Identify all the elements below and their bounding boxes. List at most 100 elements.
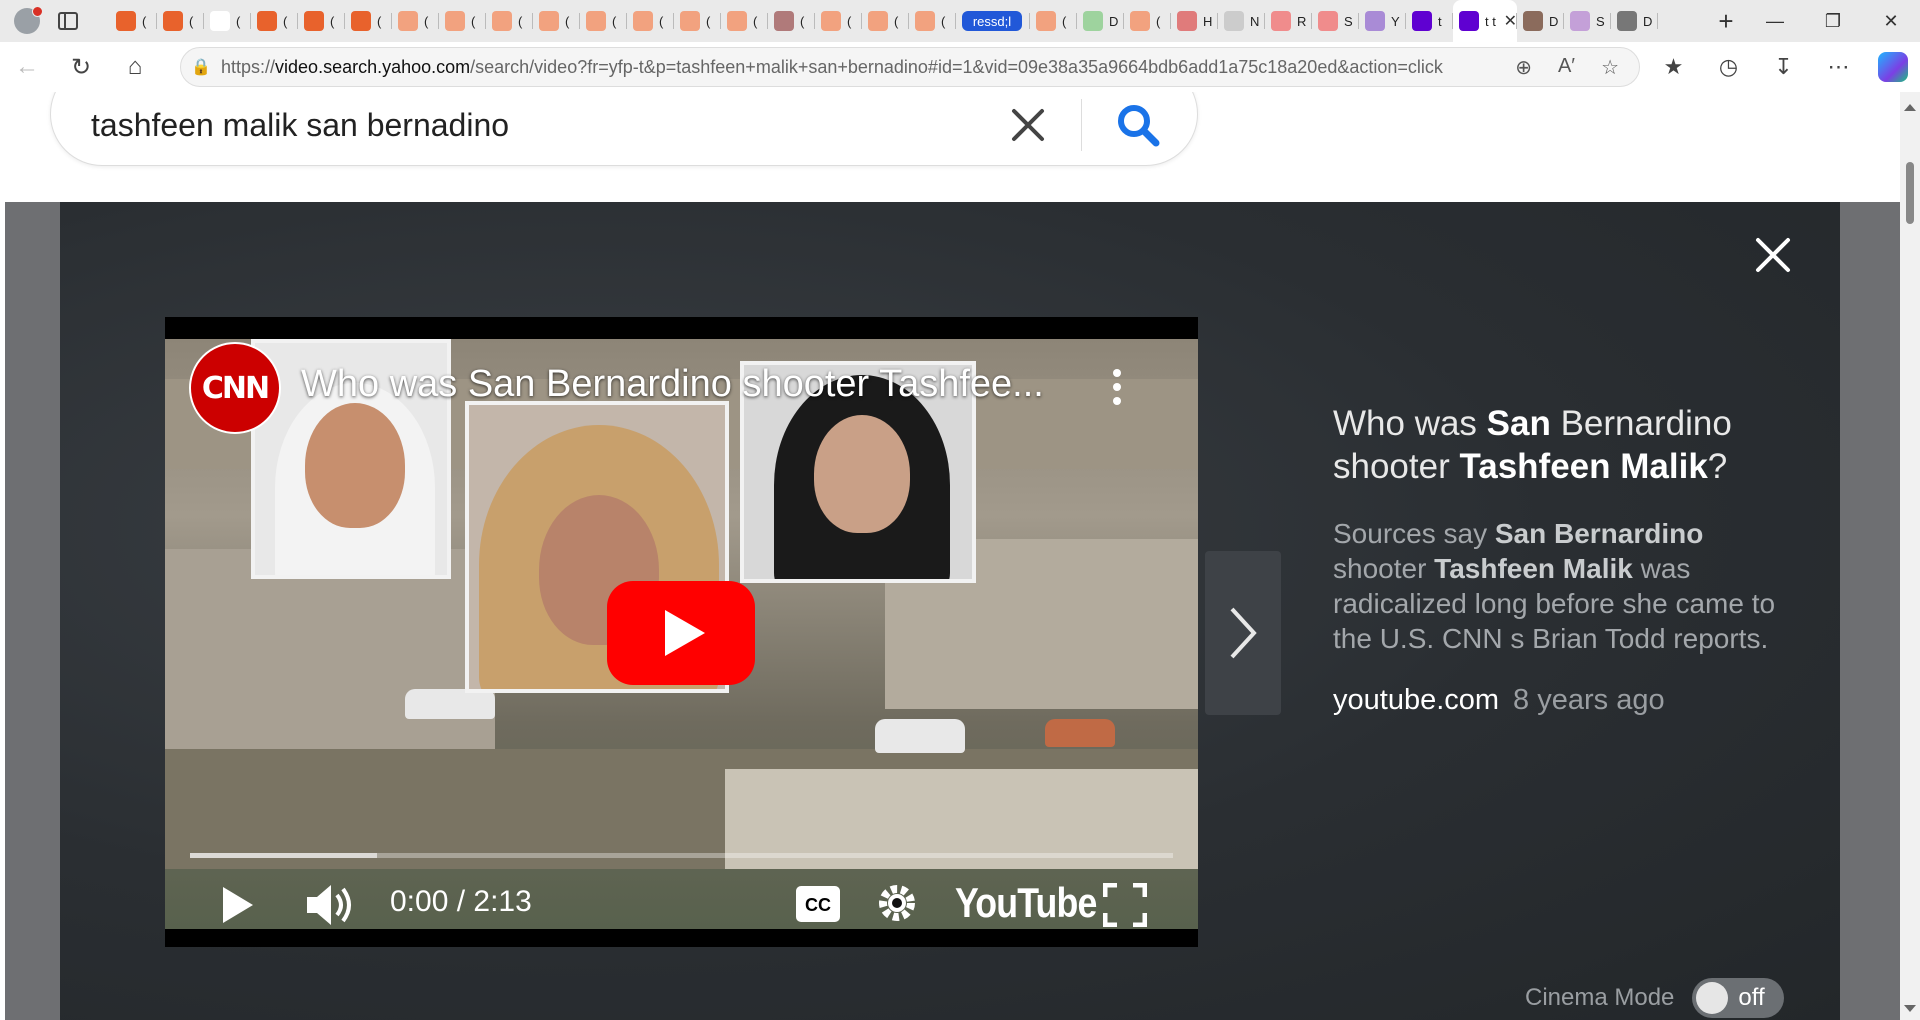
restore-button[interactable]: ❐ [1804, 0, 1862, 42]
browser-tab[interactable]: ( [1124, 0, 1171, 42]
search-icon[interactable] [1114, 101, 1162, 149]
search-input[interactable] [91, 93, 991, 157]
profile-icon[interactable] [14, 6, 43, 34]
next-video-button[interactable] [1205, 551, 1281, 715]
browser-tab[interactable]: ( [627, 0, 674, 42]
site-info-icon[interactable]: 🔒 [181, 57, 221, 77]
more-menu-icon[interactable]: ⋯ [1811, 42, 1866, 92]
play-icon[interactable] [221, 885, 255, 925]
browser-tab[interactable]: H [1171, 0, 1218, 42]
browser-tab[interactable]: N [1218, 0, 1265, 42]
browser-tab[interactable]: ( [1030, 0, 1077, 42]
toolbar-right: ★ ◷ ↧ ⋯ [1646, 42, 1920, 92]
video-player[interactable]: CNN Who was San Bernardino shooter Tashf… [165, 317, 1198, 947]
search-bar [50, 92, 1198, 166]
page-scrollbar[interactable] [1900, 92, 1920, 1020]
youtube-logo[interactable]: YouTube [955, 879, 1097, 927]
address-bar[interactable]: 🔒 https://video.search.yahoo.com/search/… [180, 47, 1640, 87]
captions-icon[interactable]: CC [795, 885, 841, 923]
browser-tab[interactable]: ( [768, 0, 815, 42]
favorites-icon[interactable]: ★ [1646, 42, 1701, 92]
browser-tab[interactable]: D [1611, 0, 1658, 42]
browser-tab[interactable]: D [1077, 0, 1124, 42]
browser-tab[interactable]: ( [157, 0, 204, 42]
browser-tab[interactable]: R [1265, 0, 1312, 42]
scrollbar-thumb[interactable] [1906, 162, 1914, 224]
cinema-mode-toggle[interactable]: off [1692, 978, 1785, 1018]
browser-tab[interactable]: ( [392, 0, 439, 42]
bookmark-faded-icon [492, 11, 512, 31]
read-aloud-icon[interactable]: A′ [1558, 55, 1575, 80]
back-button[interactable]: ← [0, 42, 54, 92]
cnn-logo[interactable]: CNN [189, 342, 281, 434]
browser-tab[interactable]: ( [204, 0, 251, 42]
tab-label: ( [1062, 13, 1067, 29]
more-options-icon[interactable] [1105, 367, 1129, 407]
tab-label: ( [189, 13, 194, 29]
refresh-button[interactable]: ↻ [54, 42, 108, 92]
video-age: 8 years ago [1513, 684, 1665, 716]
copilot-icon[interactable] [1878, 52, 1908, 82]
browser-tab[interactable]: S [1312, 0, 1359, 42]
scroll-up-arrow[interactable] [1904, 104, 1916, 111]
close-lightbox-icon[interactable] [1750, 232, 1796, 278]
browser-tab[interactable]: D [1517, 0, 1564, 42]
tab-label: D [1109, 13, 1119, 29]
browser-tab[interactable]: ( [251, 0, 298, 42]
bookmark-orange-icon [257, 11, 277, 31]
browser-tab[interactable]: ( [909, 0, 956, 42]
fullscreen-icon[interactable] [1103, 883, 1147, 927]
new-tab-button[interactable]: + [1706, 0, 1746, 42]
video-source-link[interactable]: youtube.com [1333, 684, 1499, 716]
browser-tab[interactable]: S [1564, 0, 1611, 42]
bookmark-faded-icon [633, 11, 653, 31]
url-text[interactable]: https://video.search.yahoo.com/search/vi… [221, 57, 1515, 78]
browser-tab[interactable]: ( [862, 0, 909, 42]
close-tab-icon[interactable]: ✕ [1504, 11, 1517, 31]
volume-icon[interactable] [305, 883, 355, 927]
video-overlay-title[interactable]: Who was San Bernardino shooter Tashfee..… [301, 363, 1044, 406]
browser-tab[interactable]: ( [580, 0, 627, 42]
browser-tab-highlighted[interactable]: ressd;l [956, 0, 1030, 42]
zoom-icon[interactable]: ⊕ [1515, 55, 1532, 80]
title-highlight: San [1486, 404, 1551, 443]
clear-search-icon[interactable] [1006, 103, 1050, 147]
browser-tab[interactable]: ( [486, 0, 533, 42]
history-icon[interactable]: ◷ [1701, 42, 1756, 92]
tab-label: ( [565, 13, 570, 29]
browser-tab[interactable]: ( [298, 0, 345, 42]
tab-label: S [1344, 13, 1353, 29]
progress-bar[interactable] [190, 853, 1173, 858]
chevron-right-icon [1230, 607, 1257, 659]
favorite-star-icon[interactable]: ☆ [1601, 55, 1619, 80]
url-host: video.search.yahoo.com [275, 56, 471, 77]
home-button[interactable]: ⌂ [108, 42, 162, 92]
browser-tab[interactable]: ( [110, 0, 157, 42]
downloads-icon[interactable]: ↧ [1756, 42, 1811, 92]
scroll-down-arrow[interactable] [1904, 1005, 1916, 1012]
browser-tab[interactable]: Y [1359, 0, 1406, 42]
browser-tab[interactable]: ( [533, 0, 580, 42]
tab-label: ( [847, 13, 852, 29]
video-title[interactable]: Who was San Bernardino shooter Tashfeen … [1333, 402, 1783, 488]
browser-tab[interactable]: ( [345, 0, 392, 42]
desc-highlight: Tashfeen Malik [1434, 553, 1633, 584]
tab-label: ( [518, 13, 523, 29]
tab-actions-icon[interactable] [58, 12, 78, 30]
tab-label: ( [330, 13, 335, 29]
play-button-large[interactable] [607, 581, 755, 685]
settings-gear-icon[interactable] [875, 881, 919, 925]
browser-tab[interactable]: ( [674, 0, 721, 42]
tab-highlight-label: ressd;l [962, 11, 1022, 31]
desc-part: Sources say [1333, 518, 1495, 549]
close-window-button[interactable]: ✕ [1862, 0, 1920, 42]
browser-tab[interactable]: t [1406, 0, 1453, 42]
bookmark-faded-icon [586, 11, 606, 31]
bookmark-faded-icon [680, 11, 700, 31]
browser-tab[interactable]: ( [439, 0, 486, 42]
minimize-button[interactable]: — [1746, 0, 1804, 42]
tab-list: ((((((((((((((((((ressd;l (D (H N R S Yt t t ✕ D S… [110, 0, 1706, 42]
browser-tab[interactable]: ( [815, 0, 862, 42]
tab-active[interactable]: t t ✕ [1453, 0, 1517, 42]
browser-tab[interactable]: ( [721, 0, 768, 42]
